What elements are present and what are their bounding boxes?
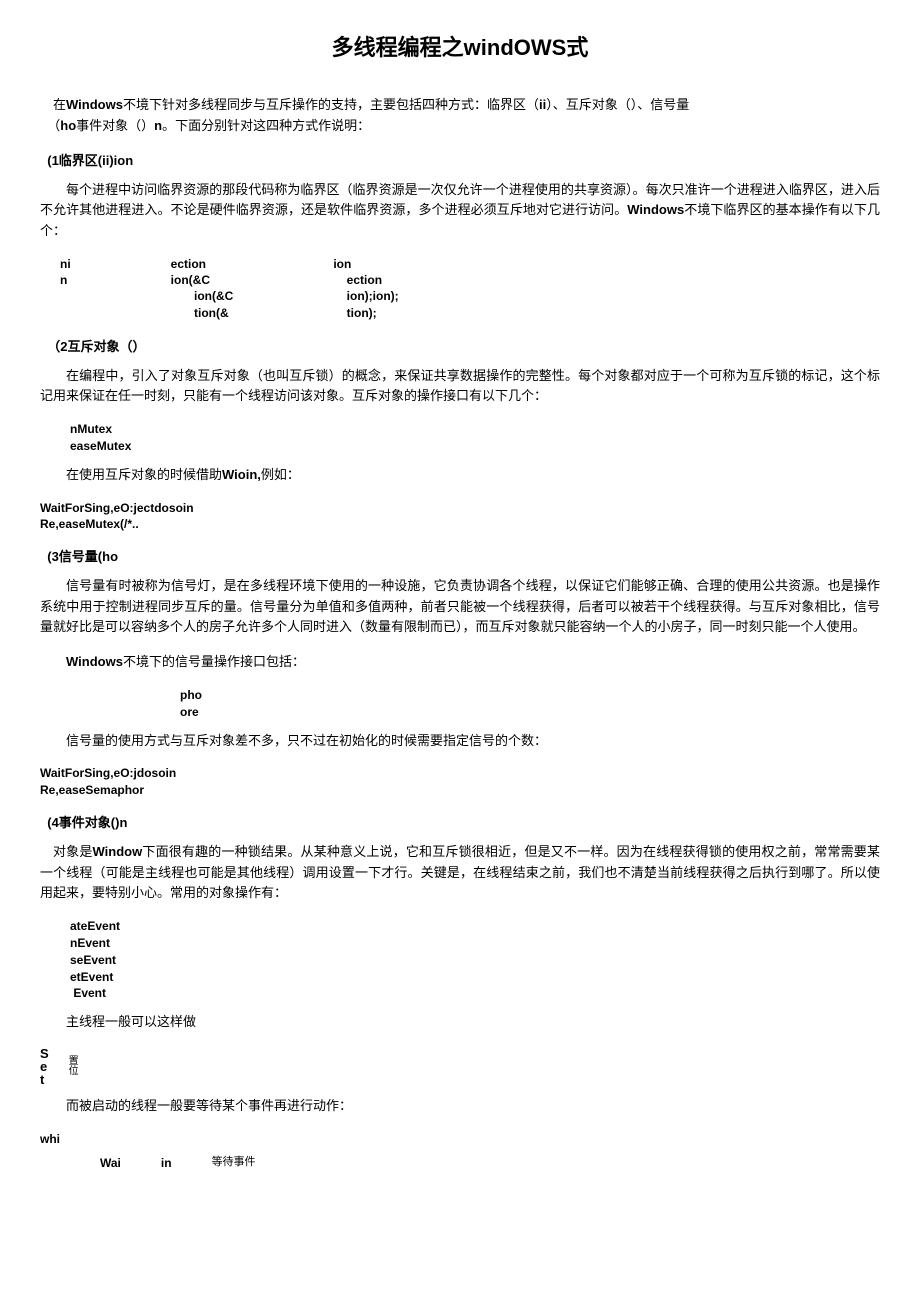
s1-bold-windows: Windows (627, 202, 684, 217)
s4-text-1: 对象是 (53, 844, 93, 859)
frag-col-2: ection ion(&C ion(&C tion(& (171, 256, 234, 321)
intro-text-6: 。下面分别针对这四种方式作说明： (162, 118, 370, 133)
s2-mid-2: 例如： (261, 467, 300, 482)
section-2-para: 在编程中，引入了对象互斥对象（也叫互斥锁）的概念，来保证共享数据操作的完整性。每… (40, 366, 880, 408)
in-frag: in (161, 1154, 172, 1173)
section-2-mid: 在使用互斥对象的时候借助Wioin,例如： (40, 465, 880, 486)
set-big: S e t (40, 1047, 49, 1086)
section-4-mid-2: 而被启动的线程一般要等待某个事件再进行动作： (40, 1096, 880, 1117)
section-2-code-1: nMutex easeMutex (70, 421, 880, 455)
intro-text-2: 不境下针对多线程同步与互斥操作的支持，主要包括四种方式：临界区（ (123, 97, 539, 112)
section-2-code-2: WaitForSing,eO:jectdosoin Re,easeMutex(/… (40, 500, 880, 534)
section-1-para: 每个进程中访问临界资源的那段代码称为临界区（临界资源是一次仅允许一个进程使用的共… (40, 180, 880, 242)
whi-frag: whi (40, 1131, 880, 1148)
s4-text-2: 下面很有趣的一种锁结果。从某种意义上说，它和互斥锁很相近，但是又不一样。因为在线… (40, 844, 880, 901)
section-3-para: 信号量有时被称为信号灯，是在多线程环境下使用的一种设施，它负责协调各个线程，以保… (40, 576, 880, 638)
section-3-title: (3信号量(ho (40, 547, 880, 568)
section-4-mid-1: 主线程一般可以这样做 (40, 1012, 880, 1033)
intro-text-4: （ (47, 118, 60, 133)
section-4-code-1: ateEvent nEvent seEvent etEvent Event (70, 918, 880, 1002)
intro-para: 在Windows不境下针对多线程同步与互斥操作的支持，主要包括四种方式：临界区（… (40, 95, 880, 137)
section-3-mid-2: 信号量的使用方式与互斥对象差不多，只不过在初始化的时候需要指定信号的个数： (40, 731, 880, 752)
section-3-code-2: WaitForSing,eO:jdosoin Re,easeSemaphor (40, 765, 880, 799)
frag-col-3: ion ection ion);ion); tion); (333, 256, 398, 321)
s4-bold-window: Window (93, 844, 143, 859)
section-2-title: （2互斥对象（） (40, 337, 880, 358)
section-4-para: 对象是Window下面很有趣的一种锁结果。从某种意义上说，它和互斥锁很相近，但是… (40, 842, 880, 904)
section-3-code-1: pho ore (180, 687, 880, 721)
intro-bold-ho: ho (60, 118, 76, 133)
s2-mid-bold: Wioin, (222, 467, 261, 482)
frag-col-1: ni n (60, 256, 71, 321)
intro-text-1: 在 (53, 97, 66, 112)
intro-bold-n: n (154, 118, 162, 133)
s3-mid-tail: 不境下的信号量操作接口包括： (123, 654, 305, 669)
section-1-title: (1临界区(ii)ion (40, 151, 880, 172)
intro-text-3: ）、互斥对象（）、信号量 (546, 97, 689, 112)
intro-text-5: 事件对象（） (76, 118, 154, 133)
set-small: 置 位 (69, 1057, 79, 1077)
wait-note: 等待事件 (212, 1154, 256, 1172)
s3-bold-windows: Windows (66, 654, 123, 669)
section-4-set-row: S e t 置 位 (40, 1047, 880, 1086)
section-4-wait-block: whi Wai in 等待事件 (40, 1131, 880, 1173)
section-1-code-fragments: ni n ection ion(&C ion(&C tion(& ion ect… (60, 256, 880, 321)
page-title: 多线程编程之windOWS式 (40, 30, 880, 65)
s2-mid-1: 在使用互斥对象的时候借助 (66, 467, 222, 482)
section-4-title: (4事件对象()n (40, 813, 880, 834)
section-3-mid-1: Windows不境下的信号量操作接口包括： (40, 652, 880, 673)
intro-bold-windows: Windows (66, 97, 123, 112)
wai-frag: Wai (100, 1154, 121, 1173)
